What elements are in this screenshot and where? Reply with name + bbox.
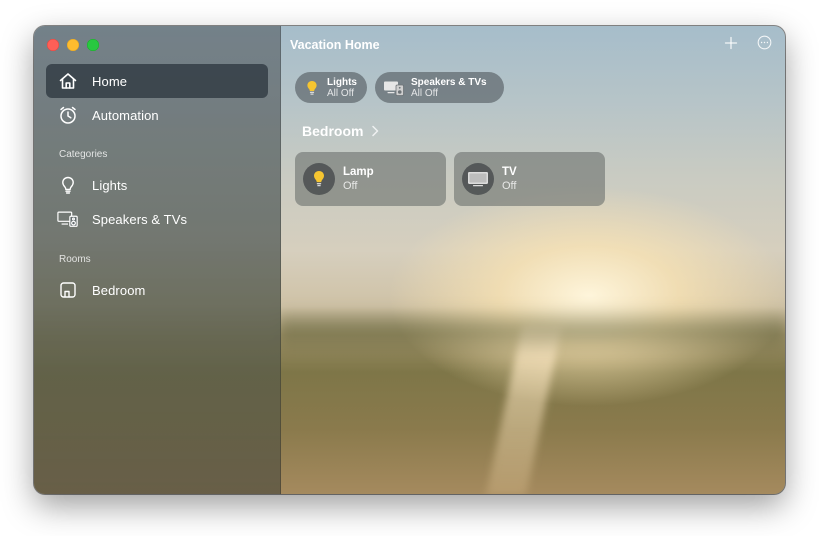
tv-speaker-icon [383,79,405,97]
chip-status: All Off [327,87,355,99]
plus-icon [724,36,738,55]
sidebar: Home Automation Categories Lights Speake… [34,26,281,494]
close-button[interactable] [47,39,59,51]
accessory-status: Off [502,180,517,192]
categories-section-header: Categories [59,149,108,160]
house-icon [57,70,79,92]
tv-icon [462,163,494,195]
lightbulb-icon [303,163,335,195]
accessory-status: Off [343,180,358,192]
bedroom-section-header[interactable]: Bedroom [302,123,379,139]
sidebar-item-home[interactable]: Home [46,64,268,98]
accessory-tile-lamp[interactable]: Lamp Off [295,152,446,206]
add-button[interactable] [722,36,740,54]
main-content: Vacation Home Lights All Off Speakers & … [280,26,785,494]
tv-speaker-icon [57,208,79,230]
rooms-section-header: Rooms [59,254,91,265]
room-title: Bedroom [302,123,364,139]
accessory-tile-tv[interactable]: TV Off [454,152,605,206]
lightbulb-icon [57,174,79,196]
lights-summary-chip[interactable]: Lights All Off [295,72,367,103]
sidebar-item-label: Lights [92,177,128,193]
more-options-button[interactable] [755,35,773,55]
window-controls [47,39,99,51]
home-title: Vacation Home [290,38,380,52]
accessory-name: Lamp [343,166,374,178]
minimize-button[interactable] [67,39,79,51]
sidebar-item-lights[interactable]: Lights [46,168,268,202]
room-icon [57,279,79,301]
chip-name: Lights [327,76,357,88]
home-app-window: Home Automation Categories Lights Speake… [34,26,785,494]
accessory-name: TV [502,166,517,178]
sidebar-item-speakers-tvs[interactable]: Speakers & TVs [46,202,268,236]
sidebar-item-automation[interactable]: Automation [46,98,268,132]
sidebar-item-label: Automation [92,107,159,123]
clock-icon [57,104,79,126]
ellipsis-circle-icon [757,35,772,55]
chip-name: Speakers & TVs [411,76,487,88]
chip-status: All Off [411,87,439,99]
sidebar-item-bedroom[interactable]: Bedroom [46,273,268,307]
speakers-tvs-summary-chip[interactable]: Speakers & TVs All Off [375,72,504,103]
sidebar-item-label: Home [92,73,128,89]
zoom-button[interactable] [87,39,99,51]
sidebar-item-label: Speakers & TVs [92,211,188,227]
chevron-right-icon [371,125,379,137]
sidebar-item-label: Bedroom [92,282,146,298]
lightbulb-icon [303,79,321,97]
